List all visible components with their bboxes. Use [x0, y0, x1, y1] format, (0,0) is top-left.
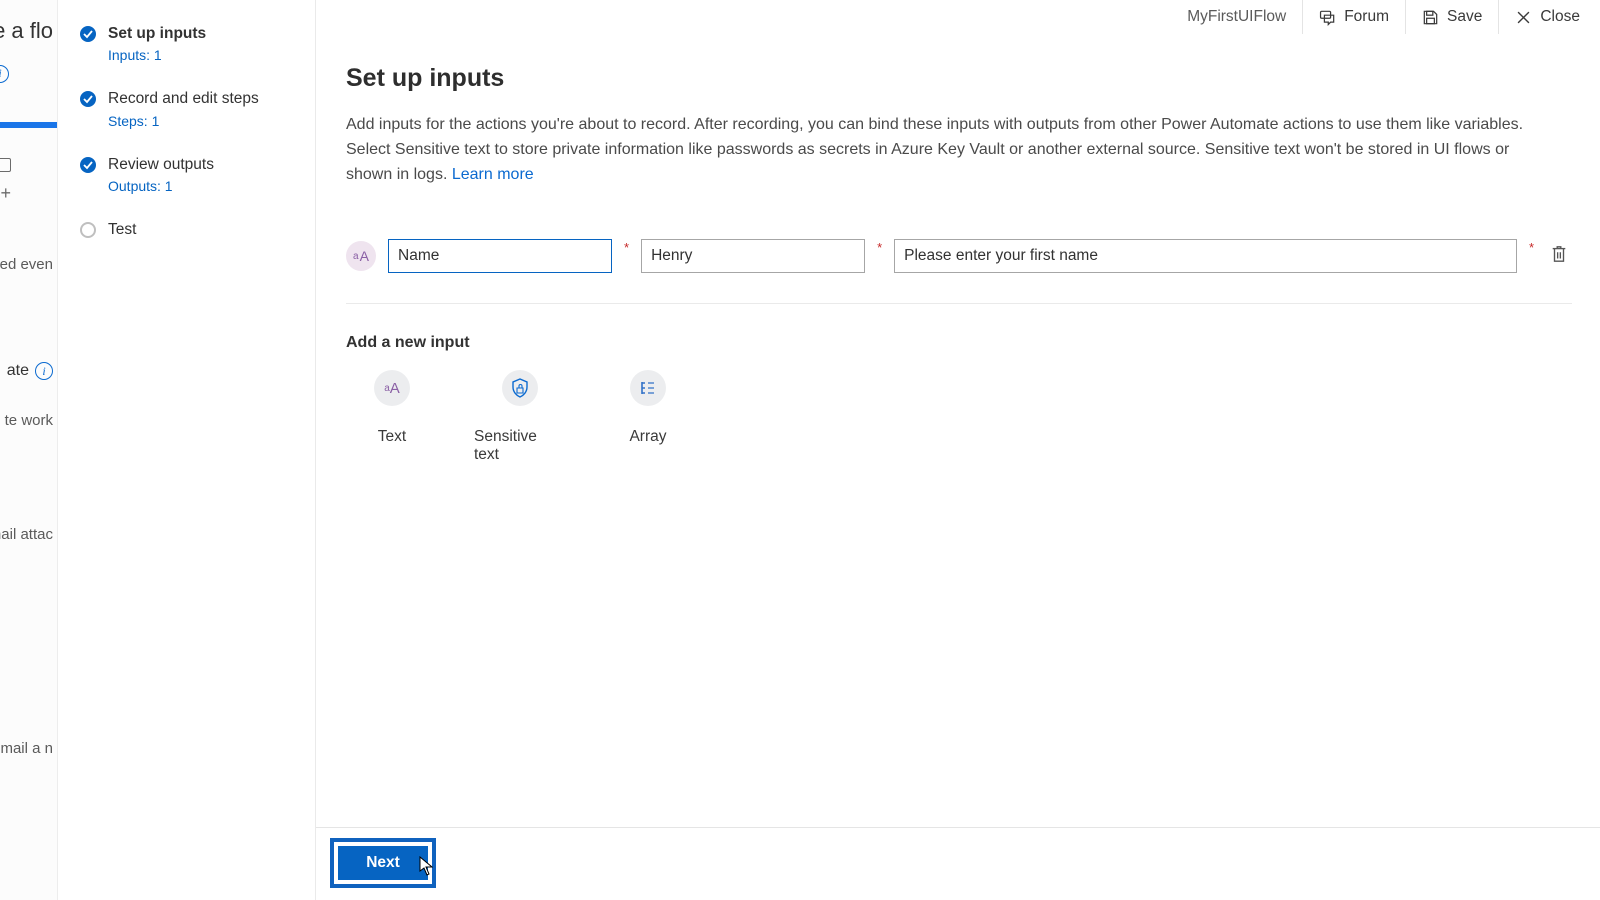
close-label: Close	[1540, 8, 1580, 26]
bg-fragment-ate: atei	[7, 362, 53, 380]
next-button-highlight: Next	[330, 838, 436, 888]
input-description-field[interactable]	[894, 239, 1517, 273]
array-icon	[630, 370, 666, 406]
forum-label: Forum	[1344, 8, 1389, 26]
flow-name-label: MyFirstUIFlow	[1171, 0, 1302, 34]
delete-input-button[interactable]	[1546, 240, 1572, 273]
save-label: Save	[1447, 8, 1482, 26]
add-input-row: aA Text Sensitive text	[346, 370, 1572, 464]
text-type-icon: aA	[346, 241, 376, 271]
topbar: MyFirstUIFlow Forum Save Close	[316, 0, 1600, 34]
wizard-sidebar: Set up inputs Inputs: 1 Record and edit …	[58, 0, 316, 900]
text-input-icon: aA	[374, 370, 410, 406]
required-marker: *	[877, 240, 882, 255]
step-bullet-done-icon	[80, 157, 96, 173]
save-icon	[1422, 9, 1439, 26]
bg-plus-icon: +	[0, 183, 11, 204]
input-definition-row: aA * * *	[346, 239, 1572, 304]
save-button[interactable]: Save	[1405, 0, 1498, 34]
add-input-header: Add a new input	[346, 334, 1572, 352]
step-bullet-open-icon	[80, 222, 96, 238]
page-description: Add inputs for the actions you're about …	[346, 113, 1546, 187]
forum-icon	[1319, 9, 1336, 26]
trash-icon	[1550, 244, 1568, 264]
add-input-label: Array	[629, 428, 666, 446]
wizard-step-subtitle: Steps: 1	[108, 113, 259, 129]
wizard-step-record-edit[interactable]: Record and edit steps Steps: 1	[80, 89, 299, 128]
step-bullet-done-icon	[80, 26, 96, 42]
bg-info-icon: i	[0, 64, 9, 83]
wizard-step-title: Review outputs	[108, 155, 214, 174]
background-partial-panel: ake a flo i + nated even atei te work ma…	[0, 0, 58, 900]
wizard-step-test[interactable]: Test	[80, 220, 299, 239]
input-sample-field[interactable]	[641, 239, 865, 273]
input-name-field[interactable]	[388, 239, 612, 273]
footer-bar: Next	[316, 827, 1600, 900]
bg-active-tab-bar	[0, 122, 57, 128]
wizard-step-title: Test	[108, 220, 136, 239]
content-area: Set up inputs Add inputs for the actions…	[316, 34, 1600, 827]
bg-fragment-nated: nated even	[0, 256, 53, 273]
bg-fragment-te-work: te work	[5, 412, 53, 429]
wizard-step-setup-inputs[interactable]: Set up inputs Inputs: 1	[80, 24, 299, 63]
next-button[interactable]: Next	[338, 846, 428, 880]
close-icon	[1515, 9, 1532, 26]
wizard-step-title: Record and edit steps	[108, 89, 259, 108]
add-input-sensitive-text[interactable]: Sensitive text	[474, 370, 566, 464]
wizard-step-subtitle: Inputs: 1	[108, 47, 206, 63]
step-bullet-done-icon	[80, 91, 96, 107]
bg-title-fragment: ake a flo	[0, 18, 53, 44]
add-input-label: Sensitive text	[474, 428, 566, 464]
wizard-step-title: Set up inputs	[108, 24, 206, 43]
wizard-step-subtitle: Outputs: 1	[108, 178, 214, 194]
add-input-label: Text	[378, 428, 406, 446]
main-panel: MyFirstUIFlow Forum Save Close Set up in…	[316, 0, 1600, 900]
required-marker: *	[624, 240, 629, 255]
page-title: Set up inputs	[346, 64, 1572, 93]
wizard-step-review-outputs[interactable]: Review outputs Outputs: 1	[80, 155, 299, 194]
bg-fragment-email-a-n: email a n	[0, 740, 53, 757]
sensitive-text-icon	[502, 370, 538, 406]
add-input-array[interactable]: Array	[602, 370, 694, 464]
bg-fragment-mail-attac: mail attac	[0, 526, 53, 543]
close-button[interactable]: Close	[1498, 0, 1596, 34]
learn-more-link[interactable]: Learn more	[452, 166, 534, 183]
forum-button[interactable]: Forum	[1302, 0, 1405, 34]
bg-box-icon	[0, 158, 11, 175]
required-marker: *	[1529, 240, 1534, 255]
add-input-text[interactable]: aA Text	[346, 370, 438, 464]
